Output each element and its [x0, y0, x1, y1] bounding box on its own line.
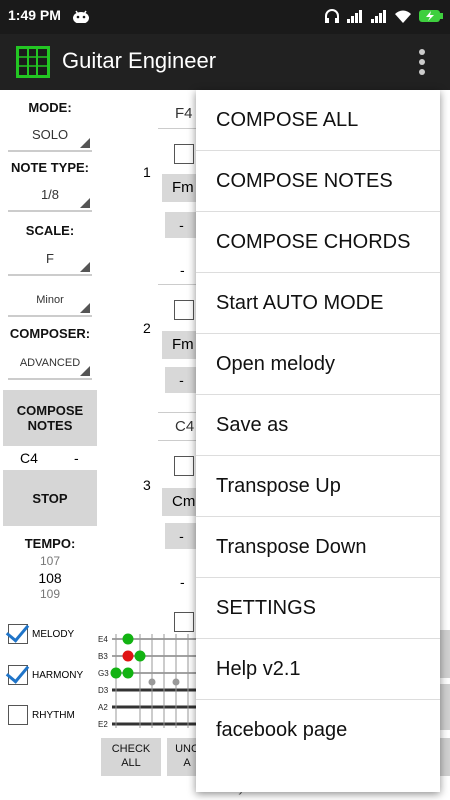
- fretboard[interactable]: E4 B3 G3 D3 A2 E2: [96, 628, 200, 732]
- compose-notes-button[interactable]: COMPOSE NOTES: [3, 390, 97, 446]
- row3-number: 3: [143, 477, 151, 493]
- android-icon: [73, 10, 89, 23]
- scale-select[interactable]: F: [8, 246, 92, 276]
- note-type-label: NOTE TYPE:: [10, 160, 89, 175]
- harmony-checkbox-row[interactable]: HARMONY: [8, 665, 83, 685]
- harmony-label: HARMONY: [32, 669, 84, 681]
- row1-number: 1: [143, 164, 151, 180]
- check-all-line1: CHECK: [111, 743, 151, 755]
- row1-minus-button[interactable]: -: [165, 212, 198, 238]
- menu-facebook-page[interactable]: facebook page: [196, 700, 440, 761]
- row1-dash: -: [180, 262, 185, 278]
- mode-label: MODE:: [28, 100, 72, 115]
- note-dot: [122, 667, 134, 679]
- row2-divider: [158, 412, 198, 413]
- row3-minus-button[interactable]: -: [165, 523, 198, 549]
- overflow-menu: COMPOSE ALL COMPOSE NOTES COMPOSE CHORDS…: [196, 90, 440, 792]
- note-dot: [134, 650, 146, 662]
- row1-checkbox[interactable]: [174, 144, 194, 164]
- row2-checkbox[interactable]: [174, 300, 194, 320]
- signal-icon-2: [371, 10, 386, 23]
- row1-chord[interactable]: Fm: [162, 174, 198, 202]
- compose-notes-line1: COMPOSE: [16, 403, 84, 418]
- note-dot: [122, 633, 134, 645]
- battery-charging-icon: [419, 10, 443, 22]
- note-dot-root: [122, 650, 134, 662]
- app-bar: Guitar Engineer: [0, 34, 450, 90]
- string-label-e2: E2: [98, 720, 108, 729]
- tempo-prev: 107: [39, 554, 61, 568]
- row2-minus-button[interactable]: -: [165, 367, 198, 393]
- note-type-select[interactable]: 1/8: [8, 182, 92, 212]
- fret-marker: [172, 678, 180, 686]
- rhythm-label: RHYTHM: [32, 709, 75, 721]
- menu-start-auto-mode[interactable]: Start AUTO MODE: [196, 273, 440, 334]
- menu-open-melody[interactable]: Open melody: [196, 334, 440, 395]
- menu-compose-notes[interactable]: COMPOSE NOTES: [196, 151, 440, 212]
- string-label-b3: B3: [98, 652, 108, 661]
- more-vert-icon[interactable]: [418, 48, 426, 76]
- string-label-d3: D3: [98, 686, 109, 695]
- row2-chord[interactable]: Fm: [162, 331, 198, 359]
- row2-note-below: C4: [175, 418, 195, 435]
- row3-top-divider: [158, 440, 198, 441]
- compose-notes-line2: NOTES: [27, 418, 73, 433]
- string-label-g3: G3: [98, 669, 109, 678]
- check-all-line2: ALL: [121, 757, 141, 769]
- row3-dash: -: [180, 574, 185, 590]
- scale-mode-select[interactable]: Minor: [8, 287, 92, 317]
- stop-button[interactable]: STOP: [3, 470, 97, 526]
- row1-divider: [158, 128, 198, 129]
- guitar-fretboard-icon: [16, 46, 50, 78]
- row3-checkbox[interactable]: [174, 456, 194, 476]
- melody-checkbox-row[interactable]: MELODY: [8, 624, 74, 644]
- rhythm-checkbox-row[interactable]: RHYTHM: [8, 705, 75, 725]
- menu-save-as[interactable]: Save as: [196, 395, 440, 456]
- menu-compose-all[interactable]: COMPOSE ALL: [196, 90, 440, 151]
- row2-number: 2: [143, 320, 151, 336]
- status-icons: [324, 8, 444, 24]
- menu-settings[interactable]: SETTINGS: [196, 578, 440, 639]
- string-label-e4: E4: [98, 635, 108, 644]
- menu-transpose-down[interactable]: Transpose Down: [196, 517, 440, 578]
- mode-select[interactable]: SOLO: [8, 122, 92, 152]
- tempo-next: 109: [39, 587, 61, 601]
- scale-label: SCALE:: [25, 223, 75, 238]
- menu-help[interactable]: Help v2.1: [196, 639, 440, 700]
- harmony-checkbox[interactable]: [8, 665, 28, 685]
- tempo-current[interactable]: 108: [0, 570, 100, 586]
- note-dot: [110, 667, 122, 679]
- menu-compose-chords[interactable]: COMPOSE CHORDS: [196, 212, 440, 273]
- fretboard-diagram: E4 B3 G3 D3 A2 E2: [98, 633, 200, 729]
- tempo-label: TEMPO:: [24, 536, 76, 551]
- rhythm-checkbox[interactable]: [8, 705, 28, 725]
- current-note: C4: [20, 450, 38, 466]
- melody-checkbox[interactable]: [8, 624, 28, 644]
- string-label-a2: A2: [98, 703, 108, 712]
- current-note-dash: -: [74, 450, 79, 466]
- row3-chord[interactable]: Cm: [162, 488, 198, 516]
- app-title: Guitar Engineer: [62, 48, 217, 73]
- fret-marker: [148, 678, 156, 686]
- row2-top-divider: [158, 284, 198, 285]
- status-bar: 1:49 PM: [0, 0, 450, 34]
- status-time: 1:49 PM: [8, 7, 61, 23]
- signal-icon-1: [347, 10, 362, 23]
- melody-label: MELODY: [32, 628, 75, 640]
- menu-transpose-up[interactable]: Transpose Up: [196, 456, 440, 517]
- composer-label: COMPOSER:: [9, 326, 91, 341]
- wifi-icon: [395, 10, 411, 23]
- row1-note: F4: [175, 105, 193, 122]
- check-all-button[interactable]: CHECK ALL: [101, 738, 161, 776]
- headphones-icon: [325, 9, 339, 23]
- composer-select[interactable]: ADVANCED: [8, 350, 92, 380]
